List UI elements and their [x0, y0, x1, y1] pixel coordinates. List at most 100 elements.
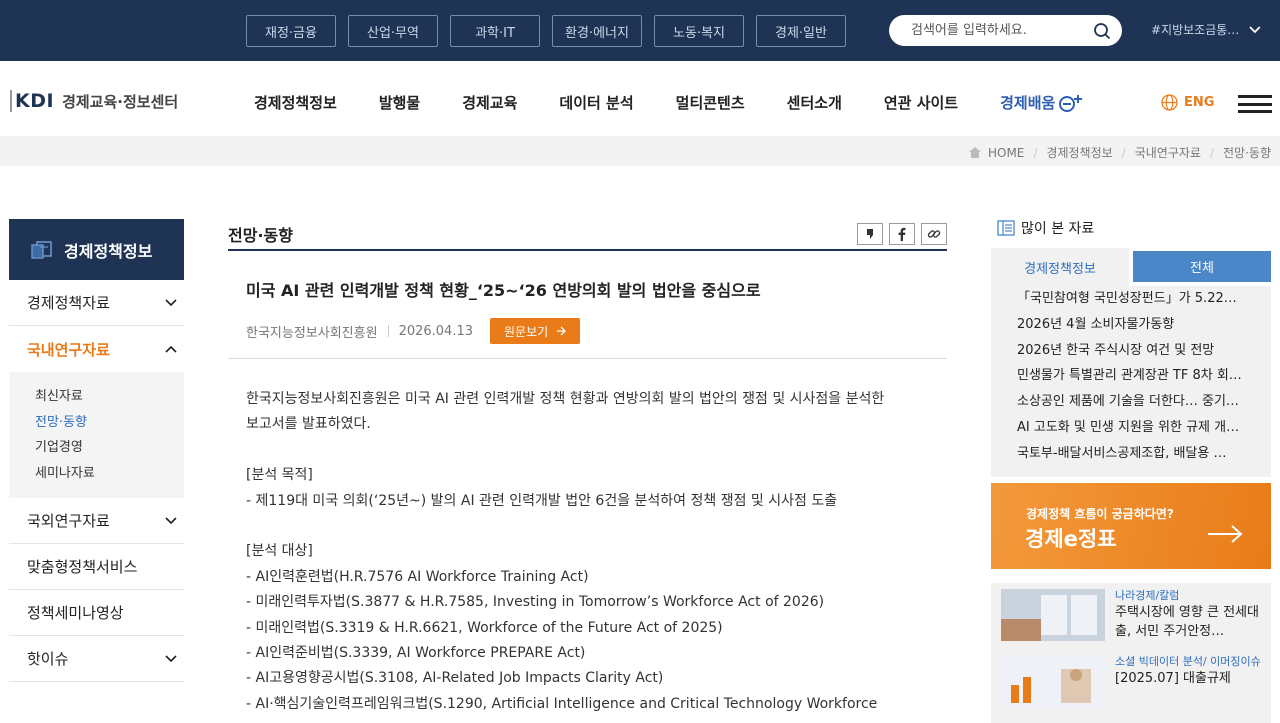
e-plus-icon	[1059, 94, 1083, 112]
document-icon	[31, 240, 52, 259]
card-title: 주택시장에 영향 큰 전세대출, 서민 주거안정…	[1115, 604, 1259, 639]
search-input[interactable]	[911, 23, 1086, 38]
card-thumbnail	[1001, 588, 1105, 641]
article-date: 2026.04.13	[398, 323, 473, 339]
nav-publications[interactable]: 발행물	[379, 92, 420, 113]
body-line: 보고서를 발표하였다.	[246, 416, 371, 433]
top-search-box	[889, 15, 1122, 46]
category-economy-button[interactable]: 경제·일반	[756, 15, 846, 47]
category-labor-button[interactable]: 노동·복지	[654, 15, 744, 47]
lnb-hot-issue[interactable]: 핫이슈	[9, 636, 184, 682]
econ-indicator-banner[interactable]: 경제정책 흐름이 궁금하다면? 경제e정표	[991, 482, 1271, 569]
nav-data-analysis[interactable]: 데이터 분석	[559, 92, 633, 113]
body-line: - AI인력준비법(S.3339, AI Workforce PREPARE A…	[246, 645, 586, 662]
popular-list: 「국민참여형 국민성장펀드」가 5.22일(… 2026년 4월 소비자물가동향…	[991, 286, 1271, 477]
card-title: [2025.07] 대출규제	[1115, 670, 1231, 686]
article-main: 전망·동향 미국 AI 관련 인력개발 정책 현황_‘25~‘26 연방의회 발…	[228, 219, 947, 717]
language-switch[interactable]: ENG	[1161, 94, 1214, 111]
breadcrumb-home[interactable]: HOME	[988, 146, 1024, 160]
view-original-label: 원문보기	[504, 324, 549, 339]
top-bar: 재정·금융 산업·무역 과학·IT 환경·에너지 노동·복지 경제·일반 #지방…	[0, 0, 1280, 61]
nav-related-sites[interactable]: 연관 사이트	[884, 92, 958, 113]
arrow-right-icon	[557, 326, 567, 336]
lnb-submenu: 최신자료 전망·동향 기업경영 세미나자료	[9, 372, 184, 498]
lnb-seminar-video[interactable]: 정책세미나영상	[9, 590, 184, 636]
lnb-sub-business[interactable]: 기업경영	[35, 435, 184, 461]
related-cards: 나라경제/칼럼 주택시장에 영향 큰 전세대출, 서민 주거안정… 소셜 빅데이…	[991, 582, 1271, 723]
popular-item[interactable]: 국토부-배달서비스공제조합, 배달용 …	[1017, 441, 1245, 467]
blog-share-icon[interactable]	[857, 223, 883, 245]
lnb-sub-seminar[interactable]: 세미나자료	[35, 461, 184, 487]
lnb-item-label: 핫이슈	[27, 650, 69, 668]
article-title: 미국 AI 관련 인력개발 정책 현황_‘25~‘26 연방의회 발의 법안을 …	[246, 281, 761, 300]
link-icon[interactable]	[921, 223, 947, 245]
popular-item[interactable]: 소상공인 제품에 기술을 더한다… 중기…	[1017, 389, 1245, 415]
breadcrumb-domestic[interactable]: 국내연구자료	[1135, 144, 1201, 161]
body-line: [분석 대상]	[246, 543, 313, 560]
lnb-item-label: 맞춤형정책서비스	[27, 558, 138, 576]
body-line: 한국지능정보사회진흥원은 미국 AI 관련 인력개발 정책 현황과 연방의회 발…	[246, 391, 885, 407]
related-card[interactable]: 소셜 빅데이터 분석/ 이머징이슈 [2025.07] 대출규제	[1001, 654, 1261, 717]
popular-title: 많이 본 자료	[1021, 221, 1095, 237]
popular-item[interactable]: AI 고도화 및 민생 지원을 위한 규제 개…	[1017, 415, 1245, 441]
tab-policy-info[interactable]: 경제정책정보	[991, 248, 1129, 286]
nav-economy-learning-label: 경제배움	[1000, 94, 1056, 112]
category-environment-button[interactable]: 환경·에너지	[552, 15, 642, 47]
nav-about[interactable]: 센터소개	[787, 92, 842, 113]
popular-header: 많이 본 자료	[991, 219, 1271, 237]
lnb-foreign-research[interactable]: 국외연구자료	[9, 498, 184, 544]
lnb-domestic-research[interactable]: 국내연구자료	[9, 326, 184, 372]
nav-policy-info[interactable]: 경제정책정보	[254, 92, 337, 113]
tab-all[interactable]: 전체	[1133, 251, 1271, 282]
nav-multicontents[interactable]: 멀티콘텐츠	[676, 92, 745, 113]
breadcrumb-current[interactable]: 전망·동향	[1223, 144, 1271, 161]
lnb-sub-latest[interactable]: 최신자료	[35, 384, 184, 410]
globe-icon	[1161, 94, 1178, 111]
left-nav-title: 경제정책정보	[64, 241, 153, 261]
popular-item[interactable]: 「국민참여형 국민성장펀드」가 5.22일(…	[1017, 286, 1245, 312]
breadcrumb-separator: /	[1121, 145, 1126, 160]
facebook-icon[interactable]	[889, 223, 915, 245]
left-nav-header: 경제정책정보	[9, 219, 184, 280]
nav-education[interactable]: 경제교육	[462, 92, 517, 113]
list-icon	[997, 220, 1015, 236]
share-buttons	[857, 223, 947, 245]
category-science-button[interactable]: 과학·IT	[450, 15, 540, 47]
home-icon[interactable]	[968, 146, 982, 159]
breadcrumb: HOME / 경제정책정보 / 국내연구자료 / 전망·동향	[968, 144, 1271, 161]
search-icon[interactable]	[1092, 21, 1112, 41]
breadcrumb-bar: HOME / 경제정책정보 / 국내연구자료 / 전망·동향	[0, 136, 1280, 166]
popular-tabs: 경제정책정보 전체	[991, 248, 1271, 286]
hashtag-dropdown[interactable]: #지방보조금통…	[1151, 21, 1261, 38]
popular-item[interactable]: 2026년 한국 주식시장 여건 및 전망	[1017, 338, 1245, 364]
site-logo[interactable]: KDI 경제교육·정보센터	[10, 90, 178, 112]
popular-item[interactable]: 2026년 4월 소비자물가동향	[1017, 312, 1245, 338]
menu-icon[interactable]	[1238, 95, 1272, 113]
body-line	[246, 514, 918, 539]
breadcrumb-policy-info[interactable]: 경제정책정보	[1046, 144, 1112, 161]
body-line: - AI인력훈련법(H.R.7576 AI Workforce Training…	[246, 568, 589, 585]
body-line: - 미래인력투자법(S.3877 & H.R.7585, Investing i…	[246, 594, 825, 611]
section-title-bar: 전망·동향	[228, 219, 947, 251]
lnb-item-label: 국외연구자료	[27, 512, 110, 530]
card-category: 소셜 빅데이터 분석/ 이머징이슈	[1115, 654, 1261, 668]
related-card[interactable]: 나라경제/칼럼 주택시장에 영향 큰 전세대출, 서민 주거안정…	[1001, 588, 1261, 651]
popular-item[interactable]: 민생물가 특별관리 관계장관 TF 8차 회…	[1017, 363, 1245, 389]
section-title: 전망·동향	[228, 226, 293, 245]
lnb-policy-materials[interactable]: 경제정책자료	[9, 280, 184, 326]
chevron-down-icon	[165, 298, 177, 306]
view-original-button[interactable]: 원문보기	[490, 318, 581, 344]
lnb-item-label: 경제정책자료	[27, 294, 110, 312]
card-text: 나라경제/칼럼 주택시장에 영향 큰 전세대출, 서민 주거안정…	[1115, 589, 1261, 651]
banner-subtitle: 경제정책 흐름이 궁금하다면?	[1026, 506, 1174, 521]
category-industry-button[interactable]: 산업·무역	[348, 15, 438, 47]
meta-divider	[387, 325, 389, 337]
body-line: - 제119대 미국 의회(‘25년~) 발의 AI 관련 인력개발 법안 6건…	[246, 492, 838, 509]
lnb-sub-outlook[interactable]: 전망·동향	[35, 410, 184, 436]
nav-economy-learning[interactable]: 경제배움	[1000, 92, 1084, 113]
lnb-custom-service[interactable]: 맞춤형정책서비스	[9, 544, 184, 590]
arrow-right-icon	[1208, 524, 1243, 543]
chevron-down-icon	[1249, 25, 1261, 33]
card-category: 나라경제/칼럼	[1115, 588, 1180, 602]
category-finance-button[interactable]: 재정·금융	[246, 15, 336, 47]
